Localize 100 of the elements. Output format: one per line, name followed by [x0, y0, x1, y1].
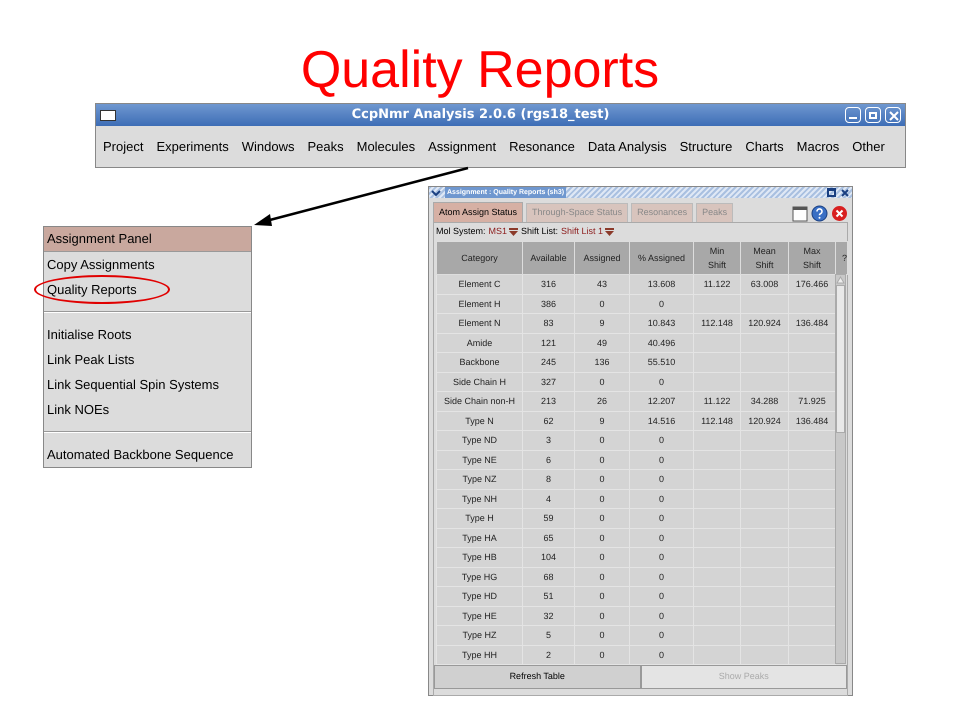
table-cell: 0 — [574, 508, 630, 528]
mol-system-label: Mol System: — [436, 225, 486, 238]
table-cell: Element N — [436, 314, 522, 333]
table-cell: 0 — [574, 528, 630, 548]
table-cell: 0 — [574, 645, 630, 664]
table-cell: 10.843 — [630, 314, 694, 333]
column-header[interactable]: Assigned — [574, 242, 630, 274]
table-cell: 0 — [574, 430, 630, 450]
menu-item[interactable]: Charts — [745, 136, 784, 156]
column-header[interactable]: Mean Shift — [740, 242, 788, 274]
minimize-icon[interactable] — [845, 107, 861, 123]
table-cell: Element C — [436, 274, 522, 294]
menu-item[interactable]: Peaks — [307, 136, 344, 156]
close-icon[interactable] — [840, 188, 850, 198]
collapse-icon[interactable] — [431, 188, 441, 198]
table-cell: 0 — [574, 294, 630, 314]
table-cell: 68 — [522, 567, 574, 586]
table-cell: 0 — [574, 626, 630, 645]
column-header[interactable]: Max Shift — [788, 242, 836, 274]
menu-item[interactable]: Link Sequential Spin Systems — [44, 372, 251, 397]
help-icon[interactable] — [811, 205, 828, 222]
action-button[interactable]: Refresh Table — [434, 665, 640, 689]
table-cell: 0 — [574, 470, 630, 489]
tab[interactable]: Atom Assign Status — [433, 202, 524, 222]
menu-item[interactable]: Macros — [796, 136, 840, 156]
table-cell: 0 — [574, 548, 630, 567]
menu-item[interactable]: Initialise Roots — [44, 322, 251, 347]
window-icon[interactable] — [792, 206, 808, 222]
maximize-icon[interactable] — [827, 188, 836, 197]
menu-item[interactable]: Project — [103, 136, 144, 156]
menu-item[interactable]: Assignment Panel — [44, 227, 251, 252]
table-cell: 71.925 — [788, 392, 836, 411]
table-cell: 0 — [574, 567, 630, 586]
table-cell: 0 — [574, 489, 630, 508]
table-cell: 0 — [630, 489, 694, 508]
table-cell: Type HG — [436, 567, 522, 586]
mol-system-dropdown[interactable]: MS1 — [488, 225, 518, 239]
table-cell: Element H — [436, 294, 522, 314]
menu-item[interactable]: Data Analysis — [588, 136, 667, 156]
menu-item[interactable]: Structure — [680, 136, 732, 156]
table-cell: 65 — [522, 528, 574, 548]
table-cell: 176.466 — [788, 274, 836, 294]
table-cell: 40.496 — [630, 333, 694, 352]
table-cell: Type ND — [436, 430, 522, 450]
slide-title: Quality Reports — [300, 40, 660, 101]
table-cell: 55.510 — [630, 352, 694, 372]
table-cell: 0 — [630, 645, 694, 664]
table-cell: 316 — [522, 274, 574, 294]
menu-item[interactable]: Other — [852, 136, 885, 156]
table-cell: Type NE — [436, 450, 522, 470]
table-cell: 6 — [522, 450, 574, 470]
table-cell: 0 — [630, 372, 694, 392]
table-cell: 327 — [522, 372, 574, 392]
menu-item[interactable]: Resonance — [509, 136, 575, 156]
table-cell: 112.148 — [694, 411, 740, 430]
menu-item[interactable]: Molecules — [356, 136, 416, 156]
shift-list-dropdown[interactable]: Shift List 1 — [561, 225, 614, 239]
table-cell: 8 — [522, 470, 574, 489]
close-icon[interactable] — [831, 205, 848, 222]
table-cell: 83 — [522, 314, 574, 333]
column-header[interactable]: % Assigned — [630, 242, 694, 274]
table-cell: 0 — [630, 294, 694, 314]
table-cell: Backbone — [436, 352, 522, 372]
table-cell: 112.148 — [694, 314, 740, 333]
table-cell: 0 — [630, 430, 694, 450]
table-cell: 0 — [574, 372, 630, 392]
table-cell: 63.008 — [740, 274, 788, 294]
menu-item[interactable]: Copy Assignments — [44, 252, 251, 277]
menu-item[interactable]: Experiments — [156, 136, 229, 156]
table-cell: 0 — [630, 606, 694, 626]
shift-list-label: Shift List: — [521, 225, 558, 238]
table-cell: 12.207 — [630, 392, 694, 411]
menu-item[interactable]: Windows — [242, 136, 294, 156]
menu-item[interactable]: Assignment — [428, 136, 496, 156]
table-cell: Type N — [436, 411, 522, 430]
window-menu-icon[interactable] — [100, 110, 116, 120]
scrollbar[interactable] — [835, 274, 846, 664]
column-header[interactable]: Category — [436, 242, 522, 274]
table-cell: 11.122 — [694, 392, 740, 411]
column-header[interactable]: Min Shift — [694, 242, 740, 274]
table-cell: Type HB — [436, 548, 522, 567]
table-cell: 2 — [522, 645, 574, 664]
menu-item[interactable]: Quality Reports — [44, 277, 251, 302]
table-cell: 26 — [574, 392, 630, 411]
table-cell: Type NZ — [436, 470, 522, 489]
menu-item[interactable]: Automated Backbone Sequence — [44, 442, 251, 467]
table-cell: 49 — [574, 333, 630, 352]
table-cell: 59 — [522, 508, 574, 528]
table-cell: 120.924 — [740, 314, 788, 333]
menu-item[interactable]: Link NOEs — [44, 397, 251, 422]
table-cell: 11.122 — [694, 274, 740, 294]
table-cell: 0 — [630, 470, 694, 489]
table-cell: 0 — [574, 586, 630, 606]
menu-item[interactable]: Link Peak Lists — [44, 347, 251, 372]
table-cell: 34.288 — [740, 392, 788, 411]
column-header[interactable]: ? — [836, 242, 848, 274]
dropdown-arrow-icon — [605, 228, 614, 236]
window-title: CcpNmr Analysis 2.0.6 (rgs18_test) — [350, 106, 610, 124]
table-cell: 0 — [630, 548, 694, 567]
column-header[interactable]: Available — [522, 242, 574, 274]
